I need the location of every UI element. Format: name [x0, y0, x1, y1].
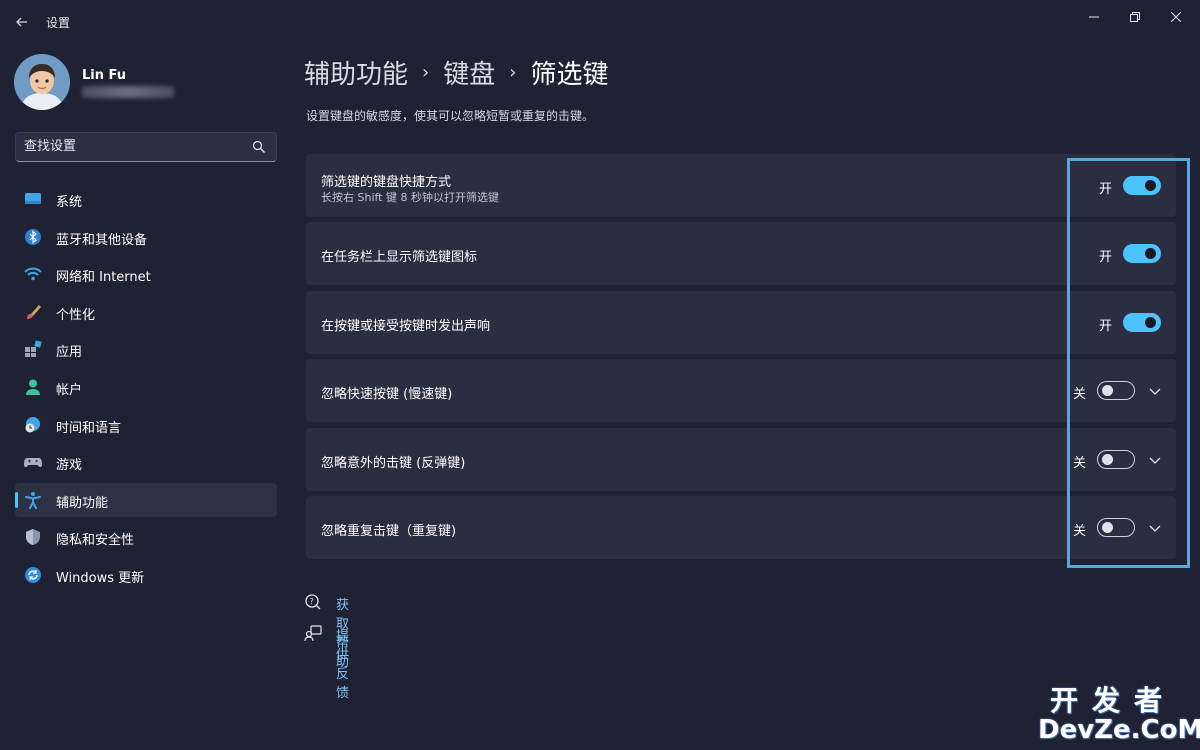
setting-card-repeat-keys[interactable]: 忽略重复击键（重复键) 关 [306, 495, 1176, 559]
sidebar-item-label: 应用 [56, 345, 83, 361]
sidebar-item-windows-update[interactable]: Windows 更新 [15, 558, 277, 592]
sidebar-item-label: 系统 [56, 195, 83, 210]
search-icon [252, 140, 265, 153]
back-button[interactable] [10, 10, 34, 34]
setting-title: 忽略重复击键（重复键) [321, 523, 457, 539]
setting-card-bounce-keys[interactable]: 忽略意外的击键 (反弹键) 关 [306, 427, 1176, 491]
shield-icon [26, 529, 40, 546]
breadcrumb-item-keyboard[interactable]: 键盘 [443, 54, 495, 91]
sidebar-item-personalization[interactable]: 个性化 [15, 295, 277, 329]
update-icon [25, 566, 41, 583]
user-email-redacted [82, 86, 174, 98]
bluetooth-icon [25, 228, 41, 245]
account-icon [26, 379, 40, 395]
help-icon: ? [305, 594, 321, 610]
sidebar-item-label: 辅助功能 [56, 495, 109, 511]
setting-title: 筛选键的键盘快捷方式 [321, 175, 452, 190]
system-icon [25, 193, 41, 204]
breadcrumb: 辅助功能 › 键盘 › 筛选键 [304, 54, 608, 90]
sidebar-item-apps[interactable]: 应用 [15, 332, 277, 366]
setting-title: 在按键或接受按键时发出声响 [321, 318, 491, 334]
setting-title: 忽略快速按键 (慢速键) [321, 387, 453, 403]
search-box[interactable] [15, 132, 277, 162]
give-feedback-text: 提供反馈 [336, 629, 350, 701]
apps-icon [25, 340, 42, 358]
setting-card-sound: 在按键或接受按键时发出声响 开 [306, 290, 1176, 354]
sidebar-item-accounts[interactable]: 帐户 [15, 370, 277, 404]
avatar [14, 54, 70, 110]
breadcrumb-item-accessibility[interactable]: 辅助功能 [304, 54, 408, 91]
wifi-icon [24, 267, 42, 281]
globe-clock-icon [25, 416, 40, 433]
back-arrow-icon [16, 17, 27, 27]
sidebar-item-privacy[interactable]: 隐私和安全性 [15, 520, 277, 554]
setting-title: 在任务栏上显示筛选键图标 [321, 250, 478, 266]
sidebar-item-label: 游戏 [56, 458, 83, 474]
toggle-highlight-box [1067, 158, 1190, 568]
chevron-right-icon: › [509, 61, 517, 83]
app-title: 设置 [46, 16, 71, 30]
sidebar-item-bluetooth[interactable]: 蓝牙和其他设备 [15, 220, 277, 254]
restore-icon [1130, 12, 1140, 22]
brush-icon [27, 304, 41, 319]
user-name: Lin Fu [82, 68, 127, 83]
search-input[interactable] [24, 139, 244, 154]
page-description: 设置键盘的敏感度，使其可以忽略短暂或重复的击键。 [306, 109, 595, 123]
active-indicator [15, 491, 18, 508]
watermark-logo: 开发者 DevZe.CoM [1038, 684, 1200, 745]
sidebar-item-system[interactable]: 系统 [15, 182, 277, 216]
user-profile[interactable]: Lin Fu [14, 54, 274, 110]
page-title: 筛选键 [530, 59, 609, 90]
feedback-icon [304, 625, 322, 642]
setting-title: 忽略意外的击键 (反弹键) [321, 455, 466, 471]
sidebar-item-label: 帐户 [56, 382, 83, 398]
close-button[interactable] [1164, 8, 1188, 26]
watermark-line2: DevZe.CoM [1038, 715, 1200, 745]
minimize-button[interactable] [1082, 8, 1106, 26]
setting-card-taskbar-icon: 在任务栏上显示筛选键图标 开 [306, 222, 1176, 286]
sidebar-item-network[interactable]: 网络和 Internet [15, 257, 277, 291]
sidebar-item-label: 个性化 [56, 307, 96, 323]
setting-card-shortcut: 筛选键的键盘快捷方式 长按右 Shift 键 8 秒钟以打开筛选键 开 [306, 154, 1176, 217]
restore-button[interactable] [1123, 8, 1147, 26]
sidebar-item-gaming[interactable]: 游戏 [15, 445, 277, 479]
watermark-line1: 开发者 [1049, 684, 1176, 717]
sidebar-item-label: Windows 更新 [56, 570, 145, 586]
sidebar-nav: 系统 蓝牙和其他设备 网络和 Internet 个性化 应用 帐户 时间和语言 … [15, 182, 277, 596]
settings-list: 筛选键的键盘快捷方式 长按右 Shift 键 8 秒钟以打开筛选键 开 在任务栏… [306, 154, 1176, 564]
setting-card-slow-keys[interactable]: 忽略快速按键 (慢速键) 关 [306, 359, 1176, 423]
sidebar-item-label: 网络和 Internet [56, 270, 151, 286]
gamepad-icon [24, 458, 42, 468]
sidebar-item-label: 隐私和安全性 [56, 533, 135, 549]
chevron-right-icon: › [422, 61, 430, 83]
svg-text:?: ? [310, 597, 314, 606]
sidebar-item-accessibility[interactable]: 辅助功能 [15, 482, 277, 517]
sidebar-item-time-language[interactable]: 时间和语言 [15, 408, 277, 442]
setting-subtitle: 长按右 Shift 键 8 秒钟以打开筛选键 [321, 191, 499, 204]
sidebar-item-label: 时间和语言 [56, 420, 122, 436]
minimize-icon [1089, 16, 1099, 18]
title-bar: 设置 [0, 0, 1200, 44]
sidebar-item-label: 蓝牙和其他设备 [56, 232, 148, 248]
accessibility-icon [25, 491, 41, 509]
close-icon [1171, 12, 1181, 22]
